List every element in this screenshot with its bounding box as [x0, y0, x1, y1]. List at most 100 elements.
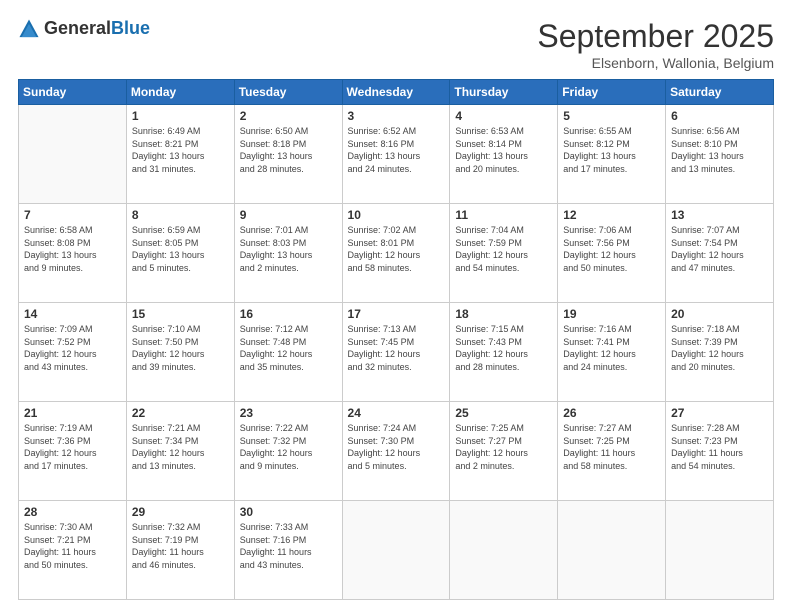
day-info: Sunrise: 7:30 AMSunset: 7:21 PMDaylight:…: [24, 521, 121, 571]
day-number: 7: [24, 208, 121, 222]
day-info: Sunrise: 7:22 AMSunset: 7:32 PMDaylight:…: [240, 422, 337, 472]
day-info: Sunrise: 7:12 AMSunset: 7:48 PMDaylight:…: [240, 323, 337, 373]
day-info: Sunrise: 7:21 AMSunset: 7:34 PMDaylight:…: [132, 422, 229, 472]
day-number: 27: [671, 406, 768, 420]
table-row: 28 Sunrise: 7:30 AMSunset: 7:21 PMDayligh…: [19, 501, 127, 600]
page: GeneralBlue September 2025 Elsenborn, Wa…: [0, 0, 792, 612]
day-number: 13: [671, 208, 768, 222]
day-number: 9: [240, 208, 337, 222]
table-row: 19 Sunrise: 7:16 AMSunset: 7:41 PMDayligh…: [558, 303, 666, 402]
table-row: 6 Sunrise: 6:56 AMSunset: 8:10 PMDaylight…: [666, 105, 774, 204]
day-info: Sunrise: 7:04 AMSunset: 7:59 PMDaylight:…: [455, 224, 552, 274]
table-row: 8 Sunrise: 6:59 AMSunset: 8:05 PMDaylight…: [126, 204, 234, 303]
table-row: 10 Sunrise: 7:02 AMSunset: 8:01 PMDayligh…: [342, 204, 450, 303]
day-number: 11: [455, 208, 552, 222]
logo: GeneralBlue: [18, 18, 150, 40]
day-info: Sunrise: 6:55 AMSunset: 8:12 PMDaylight:…: [563, 125, 660, 175]
subtitle: Elsenborn, Wallonia, Belgium: [537, 55, 774, 71]
col-thursday: Thursday: [450, 80, 558, 105]
day-number: 1: [132, 109, 229, 123]
table-row: 7 Sunrise: 6:58 AMSunset: 8:08 PMDaylight…: [19, 204, 127, 303]
day-number: 4: [455, 109, 552, 123]
logo-icon: [18, 18, 40, 40]
col-sunday: Sunday: [19, 80, 127, 105]
day-info: Sunrise: 7:16 AMSunset: 7:41 PMDaylight:…: [563, 323, 660, 373]
table-row: 3Sunrise: 6:52 AMSunset: 8:16 PMDaylight…: [342, 105, 450, 204]
day-info: Sunrise: 7:06 AMSunset: 7:56 PMDaylight:…: [563, 224, 660, 274]
table-row: 21Sunrise: 7:19 AMSunset: 7:36 PMDayligh…: [19, 402, 127, 501]
day-info: Sunrise: 7:13 AMSunset: 7:45 PMDaylight:…: [348, 323, 445, 373]
table-row: 17 Sunrise: 7:13 AMSunset: 7:45 PMDayligh…: [342, 303, 450, 402]
day-number: 28: [24, 505, 121, 519]
day-info: Sunrise: 7:02 AMSunset: 8:01 PMDaylight:…: [348, 224, 445, 274]
day-info: Sunrise: 6:50 AMSunset: 8:18 PMDaylight:…: [240, 125, 337, 175]
day-info: Sunrise: 6:56 AMSunset: 8:10 PMDaylight:…: [671, 125, 768, 175]
table-row: [450, 501, 558, 600]
col-monday: Monday: [126, 80, 234, 105]
calendar-week-row: 28 Sunrise: 7:30 AMSunset: 7:21 PMDayligh…: [19, 501, 774, 600]
day-number: 6: [671, 109, 768, 123]
table-row: 1 Sunrise: 6:49 AMSunset: 8:21 PMDaylight…: [126, 105, 234, 204]
header: GeneralBlue September 2025 Elsenborn, Wa…: [18, 18, 774, 71]
day-info: Sunrise: 7:01 AMSunset: 8:03 PMDaylight:…: [240, 224, 337, 274]
calendar-week-row: 7 Sunrise: 6:58 AMSunset: 8:08 PMDaylight…: [19, 204, 774, 303]
table-row: 5Sunrise: 6:55 AMSunset: 8:12 PMDaylight…: [558, 105, 666, 204]
day-info: Sunrise: 7:27 AMSunset: 7:25 PMDaylight:…: [563, 422, 660, 472]
col-friday: Friday: [558, 80, 666, 105]
day-info: Sunrise: 6:53 AMSunset: 8:14 PMDaylight:…: [455, 125, 552, 175]
table-row: 20Sunrise: 7:18 AMSunset: 7:39 PMDayligh…: [666, 303, 774, 402]
calendar-week-row: 1 Sunrise: 6:49 AMSunset: 8:21 PMDaylight…: [19, 105, 774, 204]
table-row: [19, 105, 127, 204]
day-info: Sunrise: 7:32 AMSunset: 7:19 PMDaylight:…: [132, 521, 229, 571]
day-info: Sunrise: 7:09 AMSunset: 7:52 PMDaylight:…: [24, 323, 121, 373]
table-row: 14 Sunrise: 7:09 AMSunset: 7:52 PMDayligh…: [19, 303, 127, 402]
day-info: Sunrise: 6:49 AMSunset: 8:21 PMDaylight:…: [132, 125, 229, 175]
table-row: 16 Sunrise: 7:12 AMSunset: 7:48 PMDayligh…: [234, 303, 342, 402]
col-saturday: Saturday: [666, 80, 774, 105]
day-number: 8: [132, 208, 229, 222]
day-number: 21: [24, 406, 121, 420]
table-row: 23Sunrise: 7:22 AMSunset: 7:32 PMDayligh…: [234, 402, 342, 501]
day-info: Sunrise: 7:10 AMSunset: 7:50 PMDaylight:…: [132, 323, 229, 373]
day-number: 2: [240, 109, 337, 123]
table-row: 11 Sunrise: 7:04 AMSunset: 7:59 PMDayligh…: [450, 204, 558, 303]
day-info: Sunrise: 6:59 AMSunset: 8:05 PMDaylight:…: [132, 224, 229, 274]
table-row: [666, 501, 774, 600]
day-number: 26: [563, 406, 660, 420]
day-number: 17: [348, 307, 445, 321]
day-number: 16: [240, 307, 337, 321]
day-number: 15: [132, 307, 229, 321]
day-number: 10: [348, 208, 445, 222]
table-row: 2 Sunrise: 6:50 AMSunset: 8:18 PMDaylight…: [234, 105, 342, 204]
table-row: 27 Sunrise: 7:28 AMSunset: 7:23 PMDayligh…: [666, 402, 774, 501]
table-row: 4 Sunrise: 6:53 AMSunset: 8:14 PMDaylight…: [450, 105, 558, 204]
col-wednesday: Wednesday: [342, 80, 450, 105]
day-number: 22: [132, 406, 229, 420]
table-row: 9 Sunrise: 7:01 AMSunset: 8:03 PMDaylight…: [234, 204, 342, 303]
day-number: 3: [348, 109, 445, 123]
day-number: 25: [455, 406, 552, 420]
calendar-table: Sunday Monday Tuesday Wednesday Thursday…: [18, 79, 774, 600]
day-info: Sunrise: 7:33 AMSunset: 7:16 PMDaylight:…: [240, 521, 337, 571]
table-row: [342, 501, 450, 600]
day-number: 29: [132, 505, 229, 519]
day-number: 30: [240, 505, 337, 519]
day-info: Sunrise: 7:18 AMSunset: 7:39 PMDaylight:…: [671, 323, 768, 373]
table-row: 24Sunrise: 7:24 AMSunset: 7:30 PMDayligh…: [342, 402, 450, 501]
table-row: 29 Sunrise: 7:32 AMSunset: 7:19 PMDayligh…: [126, 501, 234, 600]
logo-text: GeneralBlue: [44, 19, 150, 39]
table-row: [558, 501, 666, 600]
title-block: September 2025 Elsenborn, Wallonia, Belg…: [537, 18, 774, 71]
day-number: 14: [24, 307, 121, 321]
table-row: 12Sunrise: 7:06 AMSunset: 7:56 PMDayligh…: [558, 204, 666, 303]
day-number: 19: [563, 307, 660, 321]
table-row: 18 Sunrise: 7:15 AMSunset: 7:43 PMDayligh…: [450, 303, 558, 402]
main-title: September 2025: [537, 18, 774, 55]
calendar-week-row: 14 Sunrise: 7:09 AMSunset: 7:52 PMDayligh…: [19, 303, 774, 402]
day-info: Sunrise: 7:15 AMSunset: 7:43 PMDaylight:…: [455, 323, 552, 373]
table-row: 30 Sunrise: 7:33 AMSunset: 7:16 PMDayligh…: [234, 501, 342, 600]
logo-general: GeneralBlue: [44, 19, 150, 39]
day-info: Sunrise: 7:28 AMSunset: 7:23 PMDaylight:…: [671, 422, 768, 472]
day-info: Sunrise: 6:58 AMSunset: 8:08 PMDaylight:…: [24, 224, 121, 274]
day-number: 18: [455, 307, 552, 321]
